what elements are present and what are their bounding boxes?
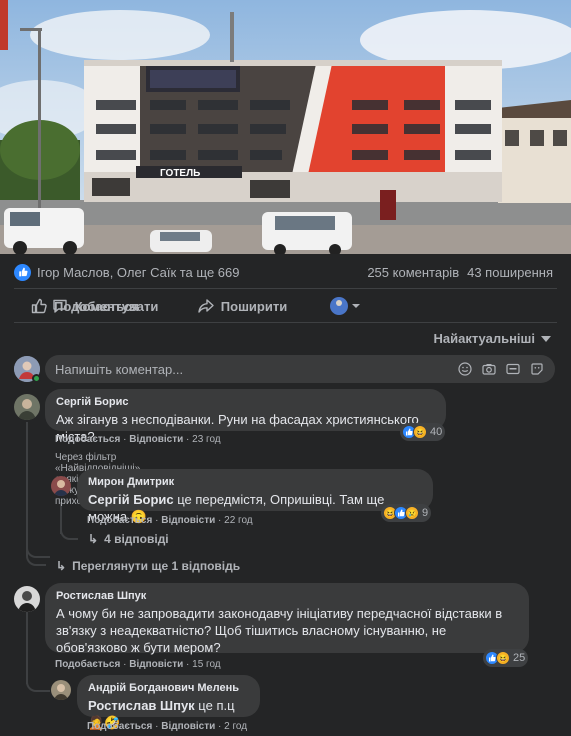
reactions-count: 9	[422, 507, 429, 519]
reactions-count: 40	[430, 426, 443, 438]
comment-reply-link[interactable]: Відповісти	[129, 659, 183, 670]
reply-meta: Подобається · Відповісти · 22 год	[87, 515, 253, 526]
reply-arrow-icon: ↳	[88, 532, 99, 546]
reply-mention[interactable]: Сергій Борис	[88, 492, 174, 507]
reply-bubble: Андрій Богданович Мелень Ростислав Шпук …	[77, 675, 260, 730]
commenter-avatar[interactable]	[14, 586, 40, 612]
more-replies-label: 4 відповіді	[104, 532, 169, 546]
reply-time[interactable]: 2 год	[224, 721, 247, 732]
post-stats: Ігор Маслов, Олег Саїк та ще 669 255 ком…	[14, 263, 553, 281]
comment-input[interactable]	[55, 361, 457, 377]
haha-reaction-icon: 😆	[413, 425, 427, 439]
reply-arrow-icon: ↳	[56, 559, 67, 573]
reply-reply-link[interactable]: Відповісти	[161, 721, 215, 732]
gif-icon[interactable]	[505, 361, 521, 377]
reply-like-link[interactable]: Подобається	[87, 515, 152, 526]
hotel-building-image: ГОТЕЛЬ	[0, 0, 571, 254]
thread-connector	[26, 552, 46, 566]
comment-button[interactable]: Коментувати	[10, 290, 200, 322]
reply-author[interactable]: Андрій Богданович Мелень	[88, 682, 249, 694]
replier-avatar[interactable]	[51, 680, 71, 700]
sad-reaction-icon: 😢	[405, 506, 419, 520]
comment-input-box	[45, 355, 555, 383]
haha-reaction-icon: 😆	[496, 651, 510, 665]
comment-like-link[interactable]: Подобається	[55, 434, 120, 445]
replier-avatar[interactable]	[51, 476, 71, 496]
comment-bubble: Сергій Борис Аж зіганув з несподіванки. …	[45, 389, 446, 444]
hotel-sign: ГОТЕЛЬ	[160, 168, 200, 179]
divider	[14, 288, 557, 289]
comment-reply-link[interactable]: Відповісти	[129, 434, 183, 445]
commenter-avatar[interactable]	[14, 394, 40, 420]
comment-icon	[52, 299, 67, 313]
comment-composer	[14, 354, 555, 384]
like-reaction-icon	[14, 263, 31, 281]
share-label: Поширити	[220, 298, 288, 314]
comment-like-link[interactable]: Подобається	[55, 659, 120, 670]
post-card: Ігор Маслов, Олег Саїк та ще 669 255 ком…	[0, 254, 571, 736]
thread-connector	[60, 524, 78, 540]
emoji-icon[interactable]	[457, 361, 473, 377]
more-replies-link[interactable]: ↳ 4 відповіді	[88, 532, 169, 546]
comments-count[interactable]: 255 коментарів	[367, 265, 459, 280]
comment-author[interactable]: Сергій Борис	[56, 396, 435, 408]
comment-author[interactable]: Ростислав Шпук	[56, 590, 518, 602]
sticker-icon[interactable]	[529, 361, 545, 377]
comment-meta: Подобається · Відповісти · 15 год	[55, 659, 221, 670]
comment-reactions[interactable]: 😆 25	[483, 649, 529, 667]
view-more-replies-link[interactable]: ↳ Переглянути ще 1 відповідь	[56, 559, 240, 573]
chevron-down-icon	[351, 304, 360, 308]
comment-time[interactable]: 15 год	[192, 659, 221, 670]
online-status-icon	[32, 374, 41, 383]
comment-label: Коментувати	[74, 298, 159, 314]
view-more-label: Переглянути ще 1 відповідь	[72, 559, 241, 573]
comment-meta: Подобається · Відповісти · 23 год	[55, 434, 221, 445]
audience-selector[interactable]	[325, 290, 365, 322]
comment-reactions[interactable]: 😆 40	[400, 423, 446, 441]
share-icon	[198, 299, 214, 313]
camera-icon[interactable]	[481, 361, 497, 377]
divider	[14, 322, 557, 323]
reply-bubble: Мирон Дмитрик Сергій Борис це передмістя…	[77, 469, 433, 524]
user-avatar[interactable]	[14, 356, 41, 383]
profile-avatar-icon	[329, 297, 348, 315]
reply-meta: Подобається · Відповісти · 2 год	[87, 721, 248, 732]
sort-dropdown[interactable]: Найактуальніші	[433, 331, 551, 346]
comment-text: А чому би не запровадити законодавчу іні…	[56, 606, 503, 655]
reply-mention[interactable]: Ростислав Шпук	[88, 698, 195, 713]
composer-tools	[457, 361, 545, 377]
comment-time[interactable]: 23 год	[192, 434, 221, 445]
reactions-summary[interactable]: Ігор Маслов, Олег Саїк та ще 669	[37, 265, 239, 280]
reply-reply-link[interactable]: Відповісти	[161, 515, 215, 526]
shares-count[interactable]: 43 поширення	[467, 265, 553, 280]
reply-time[interactable]: 22 год	[224, 515, 253, 526]
sort-label: Найактуальніші	[433, 331, 536, 346]
reply-like-link[interactable]: Подобається	[87, 721, 152, 732]
post-photo[interactable]: ГОТЕЛЬ	[0, 0, 571, 254]
thread-connector	[26, 670, 50, 692]
reactions-count: 25	[513, 652, 526, 664]
reply-reactions[interactable]: 😆 😢 9	[381, 504, 432, 522]
post-actions: Подобається Коментувати Поширити	[10, 290, 557, 322]
comment-bubble: Ростислав Шпук А чому би не запровадити …	[45, 583, 529, 655]
chevron-down-icon	[541, 335, 551, 342]
reply-author[interactable]: Мирон Дмитрик	[88, 476, 422, 488]
